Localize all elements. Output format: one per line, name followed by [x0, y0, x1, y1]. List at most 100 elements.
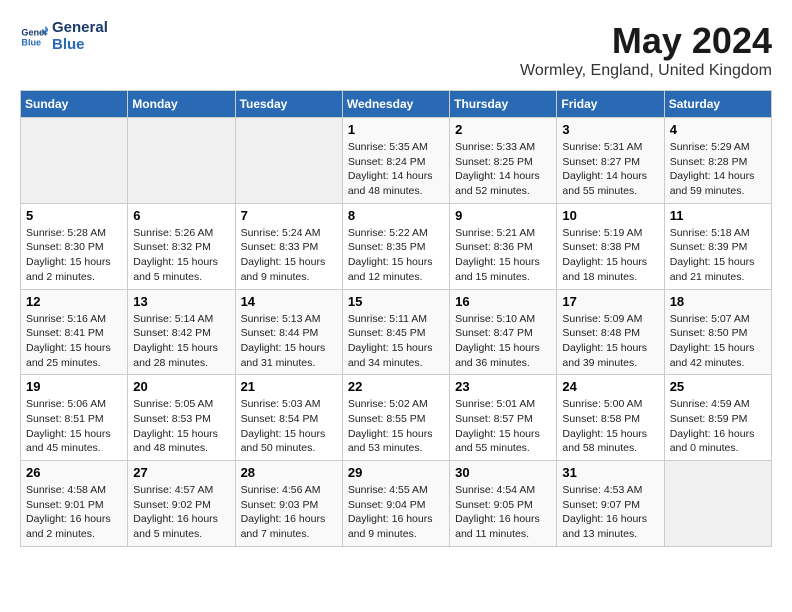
day-info: Sunrise: 4:55 AMSunset: 9:04 PMDaylight:… — [348, 483, 444, 542]
day-number: 13 — [133, 294, 229, 309]
day-info: Sunrise: 5:33 AMSunset: 8:25 PMDaylight:… — [455, 140, 551, 199]
logo-line1: General — [52, 20, 108, 37]
calendar-cell: 11 Sunrise: 5:18 AMSunset: 8:39 PMDayligh… — [664, 203, 771, 289]
day-info: Sunrise: 4:57 AMSunset: 9:02 PMDaylight:… — [133, 483, 229, 542]
day-number: 6 — [133, 208, 229, 223]
title-block: May 2024 Wormley, England, United Kingdo… — [520, 20, 772, 80]
day-info: Sunrise: 5:24 AMSunset: 8:33 PMDaylight:… — [241, 226, 337, 285]
day-info: Sunrise: 5:29 AMSunset: 8:28 PMDaylight:… — [670, 140, 766, 199]
location-title: Wormley, England, United Kingdom — [520, 62, 772, 80]
month-title: May 2024 — [520, 20, 772, 62]
day-number: 8 — [348, 208, 444, 223]
day-info: Sunrise: 5:18 AMSunset: 8:39 PMDaylight:… — [670, 226, 766, 285]
day-number: 17 — [562, 294, 658, 309]
calendar-cell: 6Sunrise: 5:26 AMSunset: 8:32 PMDaylight… — [128, 203, 235, 289]
day-info: Sunrise: 5:11 AMSunset: 8:45 PMDaylight:… — [348, 312, 444, 371]
day-number: 3 — [562, 122, 658, 137]
day-info: Sunrise: 5:35 AMSunset: 8:24 PMDaylight:… — [348, 140, 444, 199]
day-number: 4 — [670, 122, 766, 137]
calendar-cell: 23 Sunrise: 5:01 AMSunset: 8:57 PMDayligh… — [450, 375, 557, 461]
calendar-cell: 17Sunrise: 5:09 AMSunset: 8:48 PMDayligh… — [557, 289, 664, 375]
calendar-cell: 24 Sunrise: 5:00 AMSunset: 8:58 PMDayligh… — [557, 375, 664, 461]
day-number: 16 — [455, 294, 551, 309]
calendar-week-4: 19 Sunrise: 5:06 AMSunset: 8:51 PMDayligh… — [21, 375, 772, 461]
calendar-cell: 2Sunrise: 5:33 AMSunset: 8:25 PMDaylight… — [450, 118, 557, 204]
logo-line2: Blue — [52, 37, 108, 54]
calendar-cell: 27Sunrise: 4:57 AMSunset: 9:02 PMDayligh… — [128, 461, 235, 547]
calendar-cell: 29 Sunrise: 4:55 AMSunset: 9:04 PMDayligh… — [342, 461, 449, 547]
day-number: 31 — [562, 465, 658, 480]
day-number: 28 — [241, 465, 337, 480]
day-number: 30 — [455, 465, 551, 480]
calendar-cell: 4 Sunrise: 5:29 AMSunset: 8:28 PMDaylight… — [664, 118, 771, 204]
day-info: Sunrise: 5:07 AMSunset: 8:50 PMDaylight:… — [670, 312, 766, 371]
day-number: 10 — [562, 208, 658, 223]
calendar-cell: 14Sunrise: 5:13 AMSunset: 8:44 PMDayligh… — [235, 289, 342, 375]
calendar-header: SundayMondayTuesdayWednesdayThursdayFrid… — [21, 91, 772, 118]
calendar-cell: 8 Sunrise: 5:22 AMSunset: 8:35 PMDaylight… — [342, 203, 449, 289]
day-info: Sunrise: 4:59 AMSunset: 8:59 PMDaylight:… — [670, 397, 766, 456]
day-number: 21 — [241, 379, 337, 394]
day-info: Sunrise: 5:05 AMSunset: 8:53 PMDaylight:… — [133, 397, 229, 456]
logo-icon: General Blue — [20, 23, 48, 51]
day-info: Sunrise: 5:14 AMSunset: 8:42 PMDaylight:… — [133, 312, 229, 371]
day-info: Sunrise: 5:28 AMSunset: 8:30 PMDaylight:… — [26, 226, 122, 285]
logo: General Blue General Blue — [20, 20, 108, 53]
day-info: Sunrise: 5:01 AMSunset: 8:57 PMDaylight:… — [455, 397, 551, 456]
calendar-week-2: 5 Sunrise: 5:28 AMSunset: 8:30 PMDaylight… — [21, 203, 772, 289]
day-number: 29 — [348, 465, 444, 480]
calendar-cell: 16 Sunrise: 5:10 AMSunset: 8:47 PMDayligh… — [450, 289, 557, 375]
day-number: 19 — [26, 379, 122, 394]
day-info: Sunrise: 4:58 AMSunset: 9:01 PMDaylight:… — [26, 483, 122, 542]
calendar-cell: 13 Sunrise: 5:14 AMSunset: 8:42 PMDayligh… — [128, 289, 235, 375]
day-number: 12 — [26, 294, 122, 309]
calendar-cell: 15 Sunrise: 5:11 AMSunset: 8:45 PMDayligh… — [342, 289, 449, 375]
day-info: Sunrise: 5:06 AMSunset: 8:51 PMDaylight:… — [26, 397, 122, 456]
day-number: 24 — [562, 379, 658, 394]
calendar-cell — [21, 118, 128, 204]
calendar-cell: 18 Sunrise: 5:07 AMSunset: 8:50 PMDayligh… — [664, 289, 771, 375]
calendar-cell: 1Sunrise: 5:35 AMSunset: 8:24 PMDaylight… — [342, 118, 449, 204]
day-info: Sunrise: 4:54 AMSunset: 9:05 PMDaylight:… — [455, 483, 551, 542]
calendar-cell — [235, 118, 342, 204]
weekday-header-sunday: Sunday — [21, 91, 128, 118]
day-info: Sunrise: 5:10 AMSunset: 8:47 PMDaylight:… — [455, 312, 551, 371]
weekday-header-saturday: Saturday — [664, 91, 771, 118]
day-number: 25 — [670, 379, 766, 394]
calendar-cell: 25 Sunrise: 4:59 AMSunset: 8:59 PMDayligh… — [664, 375, 771, 461]
calendar-cell: 9 Sunrise: 5:21 AMSunset: 8:36 PMDaylight… — [450, 203, 557, 289]
calendar-cell: 7Sunrise: 5:24 AMSunset: 8:33 PMDaylight… — [235, 203, 342, 289]
day-info: Sunrise: 4:53 AMSunset: 9:07 PMDaylight:… — [562, 483, 658, 542]
day-number: 20 — [133, 379, 229, 394]
page-header: General Blue General Blue May 2024 Worml… — [20, 20, 772, 80]
calendar-cell: 26 Sunrise: 4:58 AMSunset: 9:01 PMDayligh… — [21, 461, 128, 547]
day-info: Sunrise: 5:21 AMSunset: 8:36 PMDaylight:… — [455, 226, 551, 285]
day-info: Sunrise: 5:19 AMSunset: 8:38 PMDaylight:… — [562, 226, 658, 285]
day-number: 26 — [26, 465, 122, 480]
day-number: 14 — [241, 294, 337, 309]
day-info: Sunrise: 5:22 AMSunset: 8:35 PMDaylight:… — [348, 226, 444, 285]
calendar-cell: 21Sunrise: 5:03 AMSunset: 8:54 PMDayligh… — [235, 375, 342, 461]
day-info: Sunrise: 5:16 AMSunset: 8:41 PMDaylight:… — [26, 312, 122, 371]
day-number: 15 — [348, 294, 444, 309]
calendar-cell: 28 Sunrise: 4:56 AMSunset: 9:03 PMDayligh… — [235, 461, 342, 547]
day-number: 5 — [26, 208, 122, 223]
day-number: 22 — [348, 379, 444, 394]
day-info: Sunrise: 5:00 AMSunset: 8:58 PMDaylight:… — [562, 397, 658, 456]
calendar-week-5: 26 Sunrise: 4:58 AMSunset: 9:01 PMDayligh… — [21, 461, 772, 547]
weekday-header-row: SundayMondayTuesdayWednesdayThursdayFrid… — [21, 91, 772, 118]
day-number: 9 — [455, 208, 551, 223]
day-number: 23 — [455, 379, 551, 394]
day-info: Sunrise: 5:31 AMSunset: 8:27 PMDaylight:… — [562, 140, 658, 199]
calendar-cell — [128, 118, 235, 204]
day-number: 11 — [670, 208, 766, 223]
calendar-week-3: 12 Sunrise: 5:16 AMSunset: 8:41 PMDayligh… — [21, 289, 772, 375]
day-info: Sunrise: 5:02 AMSunset: 8:55 PMDaylight:… — [348, 397, 444, 456]
calendar-body: 1Sunrise: 5:35 AMSunset: 8:24 PMDaylight… — [21, 118, 772, 547]
weekday-header-friday: Friday — [557, 91, 664, 118]
day-info: Sunrise: 4:56 AMSunset: 9:03 PMDaylight:… — [241, 483, 337, 542]
day-number: 18 — [670, 294, 766, 309]
weekday-header-thursday: Thursday — [450, 91, 557, 118]
weekday-header-tuesday: Tuesday — [235, 91, 342, 118]
calendar-cell: 5 Sunrise: 5:28 AMSunset: 8:30 PMDaylight… — [21, 203, 128, 289]
